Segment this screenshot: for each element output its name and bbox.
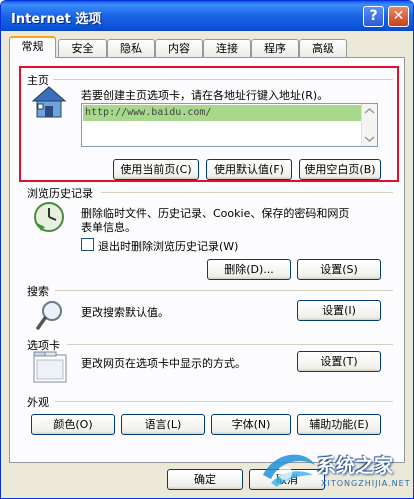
- window-title: Internet 选项: [11, 12, 102, 27]
- accessibility-button[interactable]: 辅助功能(E): [297, 414, 381, 435]
- search-section-title: 搜索: [27, 285, 49, 298]
- watermark-url: XITONGZHIJIA.NET: [321, 479, 411, 488]
- tab-general[interactable]: 常规: [9, 36, 56, 58]
- homepage-url-textarea[interactable]: http://www.baidu.com/: [81, 103, 378, 147]
- tab-security[interactable]: 安全: [58, 39, 107, 57]
- colors-button[interactable]: 颜色(O): [31, 414, 115, 435]
- tab-content[interactable]: 内容: [155, 39, 203, 57]
- watermark-text: 系统之家: [317, 455, 394, 477]
- delete-history-button[interactable]: 删除(D)...: [207, 259, 291, 280]
- url-scrollbar[interactable]: [361, 104, 377, 146]
- tab-advanced[interactable]: 高级: [299, 39, 347, 57]
- homepage-url-value: http://www.baidu.com/: [83, 105, 363, 121]
- homepage-divider: [53, 79, 393, 80]
- tab-privacy[interactable]: 隐私: [107, 39, 155, 57]
- tabbed-window-icon: [33, 351, 67, 383]
- history-divider: [101, 192, 393, 193]
- internet-options-window: Internet 选项 ? ✕ 常规 安全 隐私 内容 连接 程序 高级 主页 …: [0, 0, 414, 499]
- appearance-section-title: 外观: [27, 396, 49, 409]
- ok-button[interactable]: 确定: [167, 469, 243, 490]
- search-divider: [55, 290, 393, 291]
- tab-programs[interactable]: 程序: [251, 39, 299, 57]
- tabs-settings-button[interactable]: 设置(T): [297, 351, 381, 372]
- delete-on-exit-checkbox[interactable]: [81, 238, 94, 251]
- search-settings-button[interactable]: 设置(I): [297, 300, 381, 321]
- history-settings-button[interactable]: 设置(S): [297, 259, 381, 280]
- scroll-down-icon[interactable]: [364, 136, 375, 143]
- homepage-description: 若要创建主页选项卡，请在各地址行键入地址(R)。: [81, 89, 329, 102]
- history-clock-icon: [34, 202, 64, 232]
- magnifier-icon: [36, 301, 62, 330]
- history-section-title: 浏览历史记录: [27, 187, 93, 200]
- use-blank-button[interactable]: 使用空白页(B): [299, 159, 381, 180]
- close-button[interactable]: ✕: [388, 6, 409, 27]
- watermark-swirl-icon: [263, 454, 315, 487]
- use-current-button[interactable]: 使用当前页(C): [113, 159, 199, 180]
- watermark-logo: 系统之家 XITONGZHIJIA.NET: [251, 439, 413, 498]
- tabs-description: 更改网页在选项卡中显示的方式。: [81, 357, 246, 370]
- languages-button[interactable]: 语言(L): [121, 414, 205, 435]
- scroll-up-icon[interactable]: [364, 107, 375, 114]
- search-description: 更改搜索默认值。: [81, 306, 169, 319]
- use-default-button[interactable]: 使用默认值(F): [206, 159, 292, 180]
- tab-connections[interactable]: 连接: [203, 39, 251, 57]
- title-bar: Internet 选项 ? ✕: [1, 1, 413, 31]
- fonts-button[interactable]: 字体(N): [211, 414, 291, 435]
- delete-on-exit-label[interactable]: 退出时删除浏览历史记录(W): [98, 238, 238, 254]
- history-description-2: 表单信息。: [81, 221, 136, 234]
- tabs-divider: [67, 344, 393, 345]
- house-icon: [31, 86, 67, 118]
- help-button[interactable]: ?: [363, 6, 384, 27]
- appearance-divider: [55, 401, 393, 402]
